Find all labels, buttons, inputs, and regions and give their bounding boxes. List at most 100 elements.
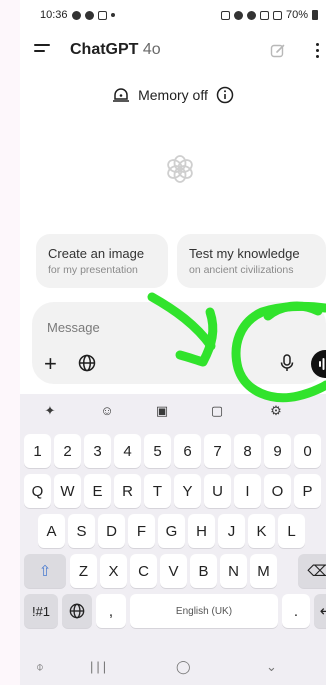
globe-icon <box>69 603 85 619</box>
message-composer[interactable]: Message + <box>32 302 326 384</box>
key-c[interactable]: C <box>130 554 157 588</box>
new-chat-icon[interactable] <box>270 43 286 59</box>
key-1[interactable]: 1 <box>24 434 51 468</box>
info-icon[interactable] <box>216 86 234 104</box>
key-u[interactable]: U <box>204 474 231 508</box>
key-n[interactable]: N <box>220 554 247 588</box>
key-w[interactable]: W <box>54 474 81 508</box>
key-3[interactable]: 3 <box>84 434 111 468</box>
more-options-icon[interactable] <box>316 43 320 59</box>
bottom-row: !#1 , English (UK) . ↵ <box>20 594 326 632</box>
space-key[interactable]: English (UK) <box>130 594 278 628</box>
voice-mode-button[interactable] <box>311 350 326 378</box>
emoji-icon[interactable]: ☺ <box>99 403 115 419</box>
suggestion-title: Test my knowledge <box>189 246 300 261</box>
on-screen-keyboard: ✦ ☺ ▣ ▢ ⚙ 1234567890 QWERTYUIOP ASDFGHJK… <box>20 394 326 685</box>
key-x[interactable]: X <box>100 554 127 588</box>
model-name: 4o <box>142 41 161 58</box>
key-9[interactable]: 9 <box>264 434 291 468</box>
key-q[interactable]: Q <box>24 474 51 508</box>
backspace-key[interactable]: ⌫ <box>298 554 326 588</box>
key-f[interactable]: F <box>128 514 155 548</box>
suggestion-subtitle: on ancient civilizations <box>189 264 294 276</box>
comma-key[interactable]: , <box>96 594 126 628</box>
key-y[interactable]: Y <box>174 474 201 508</box>
memory-off-icon <box>113 88 130 102</box>
key-i[interactable]: I <box>234 474 261 508</box>
key-d[interactable]: D <box>98 514 125 548</box>
key-s[interactable]: S <box>68 514 95 548</box>
status-time: 10:36 <box>40 9 68 21</box>
key-6[interactable]: 6 <box>174 434 201 468</box>
voice-wave-icon <box>319 358 325 370</box>
key-j[interactable]: J <box>218 514 245 548</box>
keyboard-mic-icon[interactable]: ⌽ <box>36 659 44 675</box>
key-m[interactable]: M <box>250 554 277 588</box>
status-bar: 10:36 70% <box>20 0 326 30</box>
key-5[interactable]: 5 <box>144 434 171 468</box>
shift-key[interactable]: ⇧ <box>24 554 66 588</box>
more-notifications-icon <box>110 13 115 17</box>
add-attachment-icon[interactable]: + <box>44 353 57 375</box>
key-0[interactable]: 0 <box>294 434 321 468</box>
message-input[interactable]: Message <box>47 320 100 335</box>
suggestion-chip[interactable]: Create an image for my presentation <box>36 234 168 288</box>
model-selector[interactable]: ChatGPT 4o <box>70 41 161 59</box>
key-a[interactable]: A <box>38 514 65 548</box>
letter-row-3: ⇧ ⌫ ZXCVBNM <box>20 554 326 592</box>
alarm-icon <box>220 10 230 20</box>
number-row: 1234567890 <box>20 434 326 472</box>
keyboard-toolbar: ✦ ☺ ▣ ▢ ⚙ <box>20 394 326 428</box>
key-8[interactable]: 8 <box>234 434 261 468</box>
back-icon[interactable]: ⌄ <box>266 659 277 675</box>
symbols-key[interactable]: !#1 <box>24 594 58 628</box>
menu-icon[interactable] <box>34 44 50 56</box>
period-key[interactable]: . <box>282 594 310 628</box>
key-o[interactable]: O <box>264 474 291 508</box>
microphone-icon[interactable] <box>279 354 295 372</box>
openai-logo-icon <box>167 155 193 183</box>
language-key[interactable] <box>62 594 92 628</box>
key-k[interactable]: K <box>248 514 275 548</box>
notification-icon <box>71 10 81 20</box>
key-l[interactable]: L <box>278 514 305 548</box>
suggestion-subtitle: for my presentation <box>48 264 138 276</box>
sticker-icon[interactable]: ▣ <box>154 403 170 419</box>
suggestion-chip[interactable]: Test my knowledge on ancient civilizatio… <box>177 234 326 288</box>
key-t[interactable]: T <box>144 474 171 508</box>
key-g[interactable]: G <box>158 514 185 548</box>
enter-key[interactable]: ↵ <box>314 594 326 628</box>
letter-row-1: QWERTYUIOP <box>20 474 326 512</box>
sync-icon <box>84 10 94 20</box>
memory-status[interactable]: Memory off <box>20 86 326 104</box>
key-v[interactable]: V <box>160 554 187 588</box>
key-b[interactable]: B <box>190 554 217 588</box>
key-z[interactable]: Z <box>70 554 97 588</box>
mute-icon <box>233 10 243 20</box>
key-e[interactable]: E <box>84 474 111 508</box>
clipboard-icon[interactable]: ▢ <box>209 403 225 419</box>
key-h[interactable]: H <box>188 514 215 548</box>
wifi-icon <box>259 10 269 20</box>
gallery-icon <box>97 10 107 20</box>
app-screen: 10:36 70% ChatGPT 4o Memory off Create a… <box>20 0 326 685</box>
system-nav-bar: ⌽ ||| ◯ ⌄ <box>20 650 326 685</box>
battery-icon <box>312 10 318 20</box>
battery-percent: 70% <box>285 9 308 21</box>
key-2[interactable]: 2 <box>54 434 81 468</box>
memory-label: Memory off <box>138 87 208 103</box>
key-r[interactable]: R <box>114 474 141 508</box>
suggestion-title: Create an image <box>48 246 145 261</box>
settings-icon[interactable]: ⚙ <box>268 403 284 419</box>
location-icon <box>246 10 256 20</box>
app-title: ChatGPT <box>70 41 139 58</box>
ai-sparkle-icon[interactable]: ✦ <box>42 403 58 419</box>
key-7[interactable]: 7 <box>204 434 231 468</box>
key-p[interactable]: P <box>294 474 321 508</box>
letter-row-2: ASDFGHJKL <box>20 514 326 552</box>
key-4[interactable]: 4 <box>114 434 141 468</box>
globe-icon[interactable] <box>78 354 96 372</box>
recent-apps-icon[interactable]: ||| <box>90 659 109 674</box>
top-bar: ChatGPT 4o <box>20 30 326 70</box>
home-icon[interactable]: ◯ <box>176 659 191 675</box>
